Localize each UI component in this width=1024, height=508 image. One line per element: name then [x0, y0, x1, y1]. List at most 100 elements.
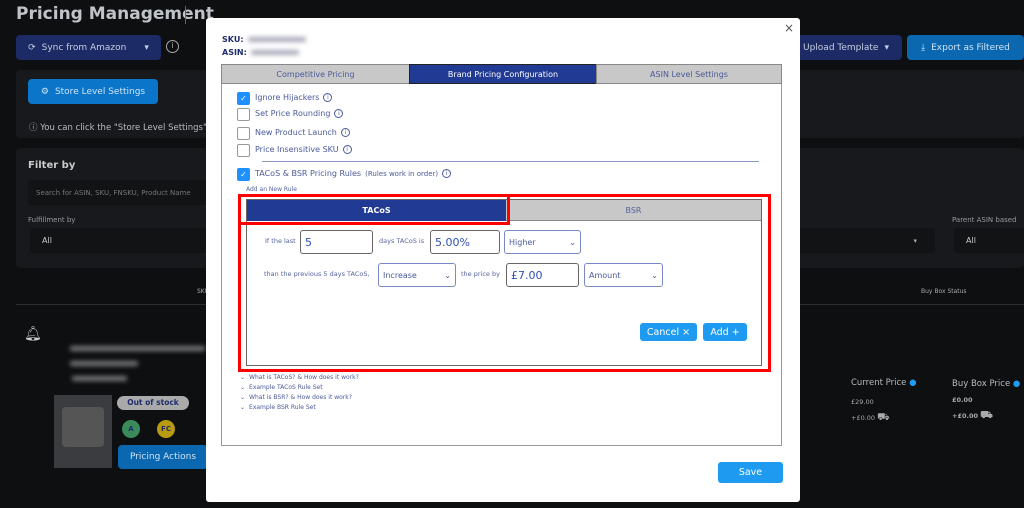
- chevron-down-icon: ⌄: [240, 384, 246, 391]
- bell-icon[interactable]: 🔔︎: [24, 326, 42, 342]
- current-price-label: Current Price ●: [851, 378, 917, 388]
- title-divider: [185, 6, 186, 24]
- new-product-launch-checkbox[interactable]: [237, 127, 250, 140]
- download-icon: ⤓: [921, 42, 926, 53]
- info-icon[interactable]: ●: [909, 378, 916, 388]
- chevron-down-icon: ⌄: [240, 394, 246, 401]
- option-label: Ignore Hijackers: [255, 93, 320, 102]
- ignore-hijackers-checkbox[interactable]: ✓: [237, 92, 250, 105]
- product-sku: [70, 361, 138, 366]
- add-button[interactable]: Add +: [703, 323, 747, 341]
- pricing-actions-button[interactable]: Pricing Actions: [118, 445, 208, 469]
- link-what-is-tacos[interactable]: ⌄ What is TACoS? & How does it work?: [240, 374, 359, 381]
- buybox-shipping: +£0.00 ⛟: [952, 410, 993, 423]
- caret-down-icon: ▾: [913, 236, 917, 245]
- search-input[interactable]: Search for ASIN, SKU, FNSKU, Product Nam…: [28, 180, 208, 205]
- new-product-launch-label: New Product Launch i: [255, 128, 350, 137]
- filter-select[interactable]: ▾: [800, 228, 935, 253]
- rules-label: TACoS & BSR Pricing Rules: [255, 169, 362, 178]
- link-what-is-bsr[interactable]: ⌄ What is BSR? & How does it work?: [240, 394, 352, 401]
- fulfillment-select[interactable]: All: [30, 228, 208, 253]
- amount-type-select[interactable]: Amount ⌄: [584, 263, 663, 287]
- export-label: Export as Filtered: [931, 42, 1010, 53]
- sync-button[interactable]: ⟳ Sync from Amazon ▾: [16, 35, 161, 60]
- tab-competitive-pricing[interactable]: Competitive Pricing: [221, 64, 410, 84]
- truck-icon: ⛟: [877, 412, 890, 423]
- info-text: ⓘ You can click the "Store Level Setting…: [29, 123, 207, 133]
- rule-tab-bsr[interactable]: BSR: [506, 200, 761, 221]
- chevron-down-icon: ⌄: [651, 270, 658, 280]
- sku-row: SKU:: [222, 35, 306, 44]
- option-label: Set Price Rounding: [255, 109, 331, 118]
- set-price-rounding-label: Set Price Rounding i: [255, 109, 344, 118]
- info-icon[interactable]: i: [323, 93, 333, 102]
- tacos-percent-input[interactable]: 5.00%: [430, 230, 500, 254]
- add-rule-label: Add an New Rule: [246, 186, 297, 193]
- days-input[interactable]: 5: [300, 230, 373, 254]
- pill-fc: FC: [157, 420, 175, 438]
- export-button[interactable]: ⤓ Export as Filtered: [907, 35, 1024, 60]
- info-icon[interactable]: i: [442, 169, 452, 178]
- tab-asin-level-settings[interactable]: ASIN Level Settings: [596, 64, 782, 84]
- stock-badge: Out of stock: [117, 396, 189, 410]
- info-icon[interactable]: i: [166, 40, 179, 53]
- product-asin: [72, 376, 127, 381]
- sku-value: [247, 37, 306, 42]
- sku-label: SKU:: [222, 35, 244, 44]
- current-price-text: Current Price: [851, 378, 907, 388]
- caret-down-icon: ▾: [144, 42, 149, 53]
- tacos-bsr-rules-checkbox[interactable]: ✓: [237, 168, 250, 181]
- pill-a: A: [122, 420, 140, 438]
- fulfillment-label: Fulfillment by: [28, 216, 76, 224]
- parent-asin-label: Parent ASIN based: [952, 216, 1017, 224]
- shipping-text: +£0.00: [952, 412, 979, 420]
- price-by-label: the price by: [461, 270, 500, 278]
- sync-icon: ⟳: [28, 42, 36, 53]
- info-icon[interactable]: i: [334, 109, 344, 118]
- asin-label: ASIN:: [222, 48, 247, 57]
- close-icon[interactable]: ×: [784, 21, 794, 35]
- option-label: Price Insensitive SKU: [255, 145, 339, 154]
- store-settings-label: Store Level Settings: [54, 86, 146, 97]
- product-image: [54, 395, 112, 468]
- product-name: [70, 346, 205, 351]
- option-label: New Product Launch: [255, 128, 337, 137]
- price-insensitive-sku-checkbox[interactable]: [237, 144, 250, 157]
- truck-icon: ⛟: [980, 410, 993, 421]
- caret-down-icon: ▾: [884, 42, 889, 53]
- chevron-down-icon: ⌄: [444, 270, 451, 280]
- link-label: Example TACoS Rule Set: [249, 384, 323, 391]
- link-example-tacos[interactable]: ⌄ Example TACoS Rule Set: [240, 384, 323, 391]
- buybox-price: £0.00: [952, 396, 973, 404]
- current-shipping: +£0.00 ⛟: [851, 412, 890, 425]
- parent-asin-select[interactable]: All: [954, 228, 1024, 253]
- store-level-settings-button[interactable]: ⚙ Store Level Settings: [28, 79, 158, 104]
- brand-pricing-modal: × SKU: ASIN: Competitive Pricing Brand P…: [206, 18, 800, 502]
- info-icon[interactable]: i: [340, 128, 350, 137]
- tab-brand-pricing-configuration[interactable]: Brand Pricing Configuration: [409, 64, 597, 84]
- buybox-price-label: Buy Box Price ●: [952, 379, 1020, 389]
- link-label: Example BSR Rule Set: [249, 404, 316, 411]
- than-previous-label: than the previous 5 days TACoS,: [264, 270, 370, 278]
- action-select[interactable]: Increase ⌄: [378, 263, 456, 287]
- filter-title: Filter by: [28, 160, 76, 171]
- asin-row: ASIN:: [222, 48, 299, 57]
- chevron-down-icon: ⌄: [240, 374, 246, 381]
- info-icon[interactable]: i: [342, 145, 352, 154]
- amount-type-value: Amount: [589, 270, 621, 280]
- rules-note: (Rules work in order): [365, 169, 439, 178]
- tacos-bsr-rules-label: TACoS & BSR Pricing Rules (Rules work in …: [255, 169, 452, 178]
- cancel-button[interactable]: Cancel ×: [640, 323, 697, 341]
- chevron-down-icon: ⌄: [569, 237, 576, 247]
- upload-template-button[interactable]: Upload Template ▾: [790, 35, 902, 60]
- direction-select[interactable]: Higher ⌄: [504, 230, 581, 254]
- buybox-price-text: Buy Box Price: [952, 379, 1011, 389]
- link-label: What is TACoS? & How does it work?: [249, 374, 359, 381]
- info-icon[interactable]: ●: [1013, 379, 1020, 389]
- set-price-rounding-checkbox[interactable]: [237, 108, 250, 121]
- sync-label: Sync from Amazon: [41, 42, 127, 53]
- link-example-bsr[interactable]: ⌄ Example BSR Rule Set: [240, 404, 316, 411]
- save-button[interactable]: Save: [718, 462, 783, 483]
- chevron-down-icon: ⌄: [240, 404, 246, 411]
- amount-input[interactable]: £7.00: [506, 263, 579, 287]
